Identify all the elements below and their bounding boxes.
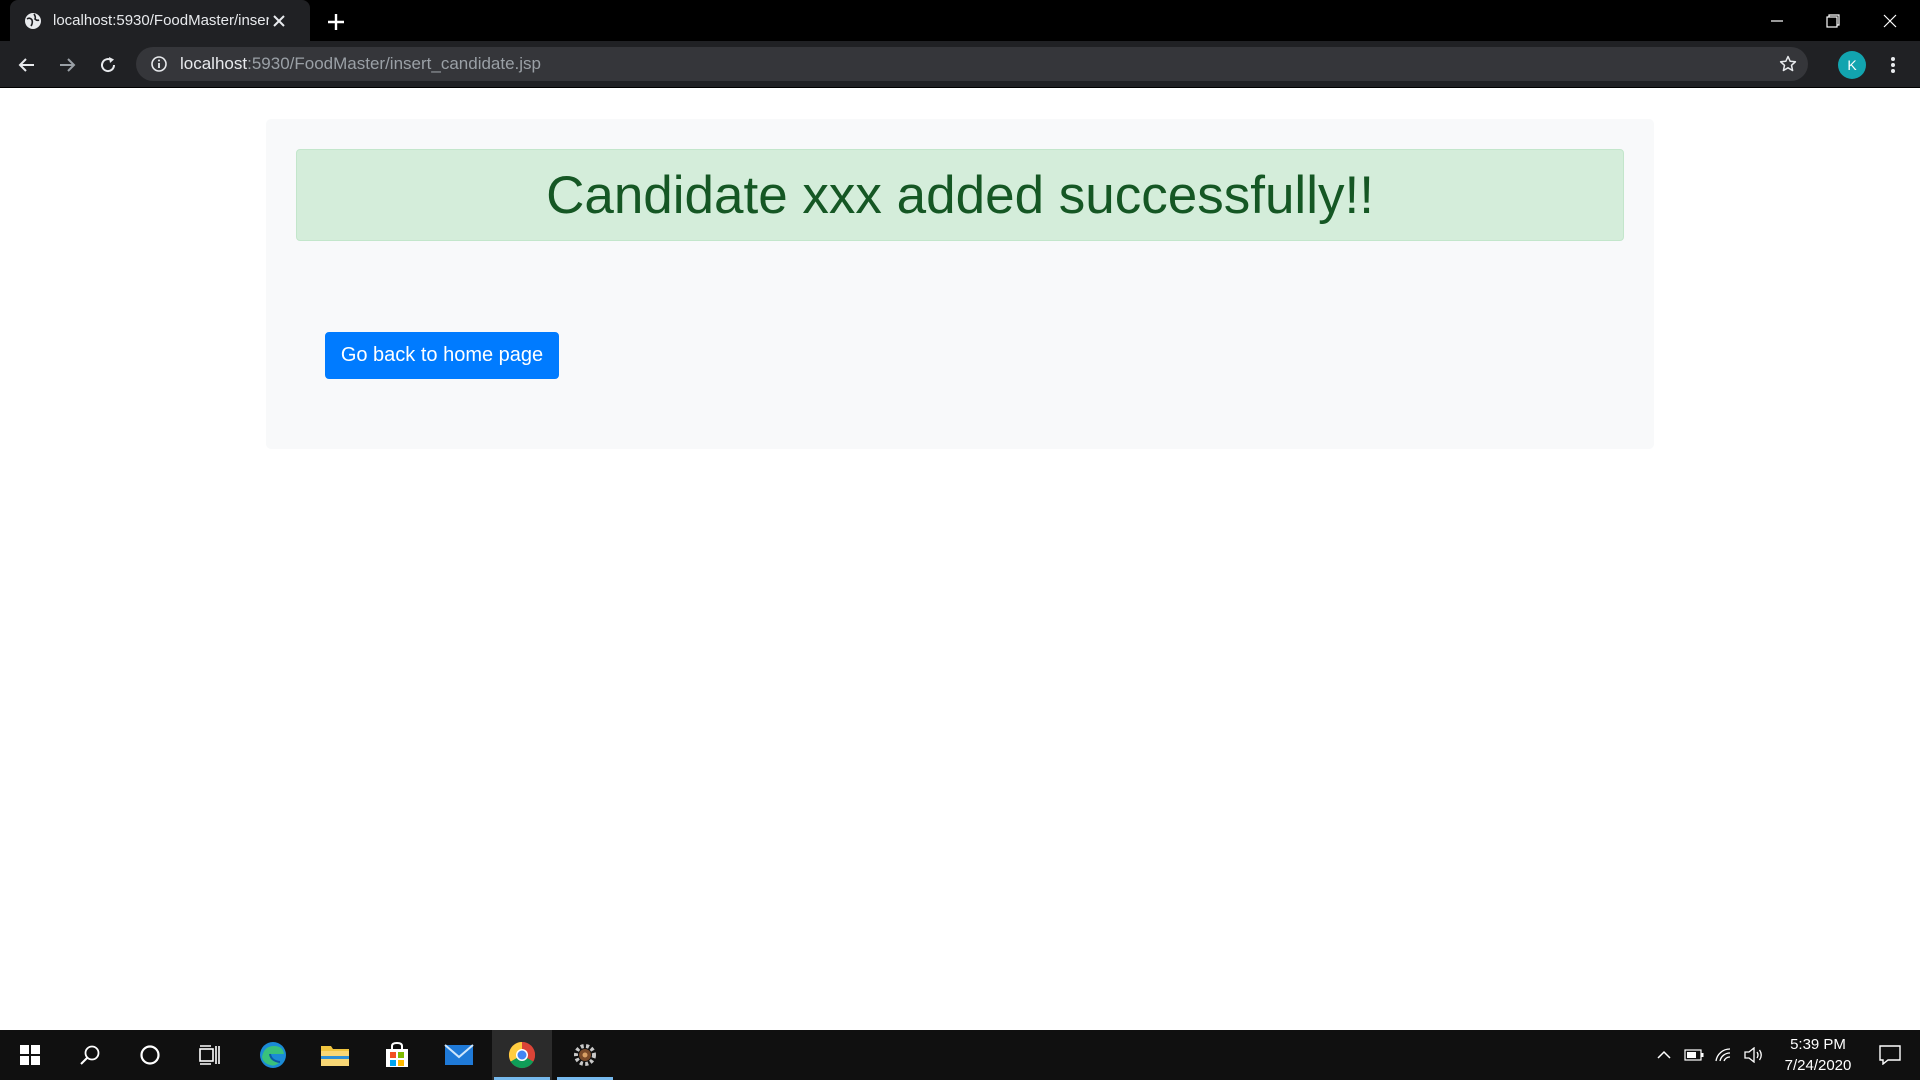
close-window-icon[interactable]: [1862, 0, 1918, 41]
clock-time: 5:39 PM: [1790, 1036, 1846, 1053]
page-viewport: Candidate xxx added successfully!! Go ba…: [0, 89, 1920, 1030]
taskbar-clock[interactable]: 5:39 PM 7/24/2020: [1772, 1034, 1864, 1078]
show-hidden-icons-chevron-icon[interactable]: [1650, 1030, 1678, 1080]
task-view-icon[interactable]: [180, 1030, 240, 1080]
search-icon[interactable]: [60, 1030, 120, 1080]
chrome-icon[interactable]: [492, 1030, 552, 1080]
browser-tab[interactable]: localhost:5930/FoodMaster/insert_candida…: [10, 0, 310, 41]
edge-icon[interactable]: [243, 1030, 303, 1080]
store-icon[interactable]: [367, 1030, 427, 1080]
forward-icon[interactable]: [51, 49, 83, 81]
close-tab-icon[interactable]: [269, 11, 289, 31]
clock-date: 7/24/2020: [1784, 1057, 1852, 1074]
success-message: Candidate xxx added successfully!!: [546, 165, 1374, 225]
browser-toolbar: localhost:5930/FoodMaster/insert_candida…: [0, 41, 1920, 88]
jumbotron-container: Candidate xxx added successfully!! Go ba…: [266, 119, 1654, 449]
url-path: :5930/FoodMaster/insert_candidate.jsp: [247, 54, 542, 73]
bookmark-star-icon[interactable]: [1778, 54, 1798, 74]
reload-icon[interactable]: [92, 49, 124, 81]
minimize-icon[interactable]: [1749, 0, 1805, 41]
profile-avatar[interactable]: K: [1838, 51, 1866, 79]
browser-tab-strip: localhost:5930/FoodMaster/insert_candida…: [0, 0, 1920, 41]
restore-icon[interactable]: [1805, 0, 1861, 41]
notifications-icon[interactable]: [1866, 1030, 1914, 1080]
battery-icon[interactable]: [1680, 1030, 1708, 1080]
globe-icon: [24, 12, 42, 30]
url-host: localhost: [180, 54, 248, 73]
site-info-icon[interactable]: [150, 55, 168, 73]
start-icon[interactable]: [0, 1030, 60, 1080]
back-icon[interactable]: [11, 49, 43, 81]
address-bar[interactable]: localhost:5930/FoodMaster/insert_candida…: [136, 47, 1808, 81]
go-home-button[interactable]: Go back to home page: [325, 332, 559, 379]
settings-gear-icon[interactable]: [555, 1030, 615, 1080]
tab-title: localhost:5930/FoodMaster/insert_candida…: [53, 12, 269, 29]
new-tab-icon[interactable]: [322, 8, 350, 36]
volume-icon[interactable]: [1740, 1030, 1768, 1080]
windows-taskbar: 5:39 PM 7/24/2020: [0, 1030, 1920, 1080]
mail-icon[interactable]: [429, 1030, 489, 1080]
wifi-icon[interactable]: [1710, 1030, 1738, 1080]
success-alert: Candidate xxx added successfully!!: [296, 149, 1624, 241]
menu-kebab-icon[interactable]: [1877, 49, 1909, 81]
cortana-icon[interactable]: [120, 1030, 180, 1080]
file-explorer-icon[interactable]: [305, 1030, 365, 1080]
